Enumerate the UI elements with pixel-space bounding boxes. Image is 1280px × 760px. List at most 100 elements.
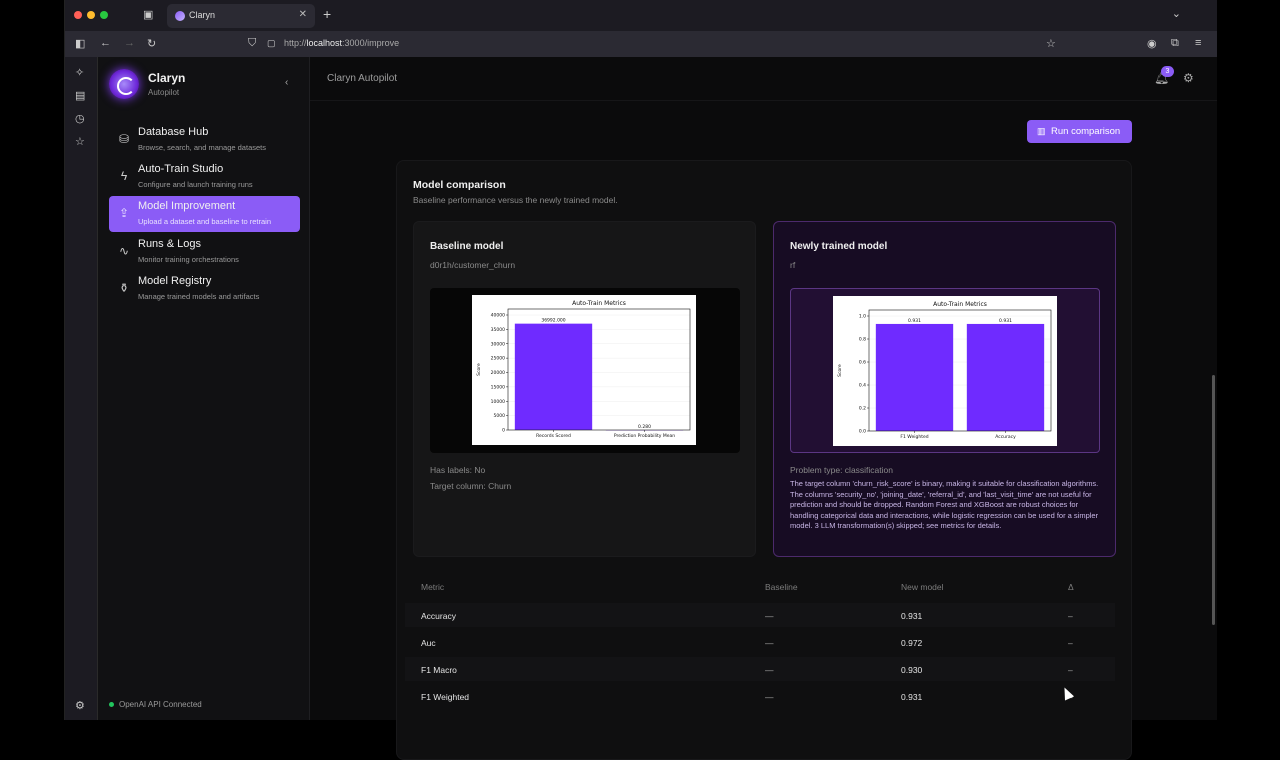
- chart-x-tick-label: Accuracy: [995, 434, 1016, 440]
- table-row: Auc — 0.972 –: [405, 630, 1115, 654]
- ai-sparkle-icon[interactable]: ✧: [75, 66, 84, 79]
- chart-x-tick-label: Records Scored: [536, 433, 571, 439]
- database-icon: ⛁: [117, 132, 131, 146]
- run-comparison-button[interactable]: ▥ Run comparison: [1027, 120, 1132, 143]
- delta-value: –: [1068, 665, 1073, 675]
- column-header-new-model: New model: [901, 582, 944, 592]
- tab-title: Claryn: [189, 10, 215, 20]
- column-header-delta: Δ: [1068, 582, 1074, 592]
- activity-icon: ∿: [117, 244, 131, 258]
- page-info-icon[interactable]: ▢: [267, 38, 276, 49]
- chart-y-tick-label: 30000: [491, 341, 505, 347]
- chart-y-tick-label: 35000: [491, 327, 505, 333]
- chart-y-tick-label: 1.0: [859, 314, 866, 320]
- sidebar-item-auto-train-studio[interactable]: ϟ Auto-Train Studio Configure and launch…: [109, 159, 300, 195]
- favorites-icon[interactable]: ☆: [75, 135, 85, 148]
- bar-chart-icon: ▥: [1037, 126, 1046, 137]
- sidebar-item-label: Database Hub: [138, 126, 208, 138]
- target-column: Target column: Churn: [430, 481, 511, 491]
- chart-y-tick-label: 0.2: [859, 406, 866, 412]
- bookmarks-icon[interactable]: ▤: [75, 89, 85, 102]
- chart-data-label: 0.931: [999, 318, 1012, 324]
- baseline-value: —: [765, 638, 774, 648]
- tab-favicon-icon: [175, 11, 185, 21]
- browser-tab[interactable]: Claryn ✕: [167, 4, 315, 28]
- metric-name: Auc: [421, 638, 436, 648]
- shield-icon[interactable]: ⛉: [248, 37, 256, 50]
- chart-x-tick-label: F1 Weighted: [900, 434, 928, 440]
- chart-y-tick-label: 0: [502, 428, 505, 434]
- model-rationale: The target column 'churn_risk_score' is …: [790, 479, 1102, 532]
- baseline-name: d0r1h/customer_churn: [430, 260, 515, 270]
- chart-bar: [967, 324, 1044, 431]
- minimize-window-button[interactable]: [87, 11, 95, 19]
- metric-name: F1 Weighted: [421, 692, 469, 702]
- menu-icon[interactable]: ≡: [1195, 37, 1201, 49]
- maximize-window-button[interactable]: [100, 11, 108, 19]
- chart-y-tick-label: 0.8: [859, 337, 866, 343]
- new-model-value: 0.972: [901, 638, 922, 648]
- address-bar[interactable]: http://localhost:3000/improve: [284, 38, 399, 48]
- column-header-metric: Metric: [421, 582, 444, 592]
- sidebar-item-model-improvement[interactable]: ⇪ Model Improvement Upload a dataset and…: [109, 196, 300, 232]
- chart-y-tick-label: 25000: [491, 356, 505, 362]
- sidebar-item-description: Monitor training orchestrations: [138, 255, 239, 264]
- baseline-value: —: [765, 611, 774, 621]
- new-model-name: rf: [790, 260, 795, 270]
- sidebar-item-label: Auto-Train Studio: [138, 163, 223, 175]
- settings-gear-icon[interactable]: ⚙: [1183, 71, 1194, 85]
- sidebar-toggle-icon[interactable]: ◧: [75, 37, 85, 50]
- tab-overview-icon[interactable]: ▣: [143, 8, 153, 21]
- tab-list-chevron-icon[interactable]: ⌄: [1172, 7, 1181, 20]
- reload-icon[interactable]: ↻: [147, 37, 156, 50]
- metric-name: F1 Macro: [421, 665, 457, 675]
- chart-y-tick-label: 15000: [491, 384, 505, 390]
- card-subtitle: Baseline performance versus the newly tr…: [413, 195, 618, 205]
- url-host: localhost: [307, 38, 343, 48]
- brand-subtitle: Autopilot: [148, 88, 179, 97]
- account-icon[interactable]: ◉: [1147, 37, 1157, 50]
- page-title: Claryn Autopilot: [327, 73, 397, 84]
- sidebar-item-database-hub[interactable]: ⛁ Database Hub Browse, search, and manag…: [109, 122, 300, 158]
- new-model-chart-frame: Auto-Train MetricsScore0.00.20.40.60.81.…: [790, 288, 1100, 453]
- sidebar-item-label: Model Registry: [138, 275, 211, 287]
- brand-name: Claryn: [148, 71, 185, 85]
- url-path: :3000/improve: [342, 38, 399, 48]
- problem-type: Problem type: classification: [790, 465, 893, 475]
- chart-data-label: 0.280: [638, 424, 651, 430]
- chart-x-tick-label: Prediction Probability Mean: [614, 433, 675, 439]
- baseline-metrics-chart: Auto-Train MetricsScore05000100001500020…: [472, 295, 696, 445]
- collapse-sidebar-icon[interactable]: ‹: [285, 77, 288, 88]
- sidebar-item-runs-logs[interactable]: ∿ Runs & Logs Monitor training orchestra…: [109, 234, 300, 270]
- table-row: F1 Macro — 0.930 –: [405, 657, 1115, 681]
- close-tab-icon[interactable]: ✕: [299, 9, 307, 20]
- history-icon[interactable]: ◷: [75, 112, 85, 125]
- extensions-icon[interactable]: ⧉: [1171, 37, 1179, 50]
- forward-icon[interactable]: →: [124, 37, 135, 49]
- new-model-title: Newly trained model: [790, 241, 887, 252]
- chart-y-tick-label: 20000: [491, 370, 505, 376]
- app-header: Claryn Autopilot 🔔︎ 3 ⚙: [310, 57, 1217, 101]
- baseline-title: Baseline model: [430, 241, 503, 252]
- new-model-value: 0.930: [901, 665, 922, 675]
- page-scrollbar[interactable]: [1212, 375, 1215, 625]
- new-model-panel: Newly trained model rf Auto-Train Metric…: [773, 221, 1116, 557]
- new-tab-icon[interactable]: +: [323, 6, 331, 22]
- back-icon[interactable]: ←: [100, 37, 111, 49]
- upload-icon: ⇪: [117, 206, 131, 220]
- sidebar-item-label: Model Improvement: [138, 200, 235, 212]
- sidebar-item-model-registry[interactable]: ⚱ Model Registry Manage trained models a…: [109, 271, 300, 307]
- chart-title: Auto-Train Metrics: [933, 301, 987, 308]
- new-model-value: 0.931: [901, 611, 922, 621]
- main-content: Claryn Autopilot 🔔︎ 3 ⚙ ▥ Run comparison…: [310, 57, 1217, 720]
- sidebar-item-label: Runs & Logs: [138, 238, 201, 250]
- app-sidebar: Claryn Autopilot ‹ ⛁ Database Hub Browse…: [98, 57, 310, 720]
- metrics-table-header: Metric Baseline New model Δ: [405, 582, 1115, 600]
- chart-y-tick-label: 0.0: [859, 429, 866, 435]
- table-row: Accuracy — 0.931 –: [405, 603, 1115, 627]
- close-window-button[interactable]: [74, 11, 82, 19]
- rail-settings-icon[interactable]: ⚙: [75, 699, 85, 712]
- delta-value: –: [1068, 611, 1073, 621]
- bookmark-star-icon[interactable]: ☆: [1046, 37, 1056, 50]
- baseline-model-panel: Baseline model d0r1h/customer_churn Auto…: [413, 221, 756, 557]
